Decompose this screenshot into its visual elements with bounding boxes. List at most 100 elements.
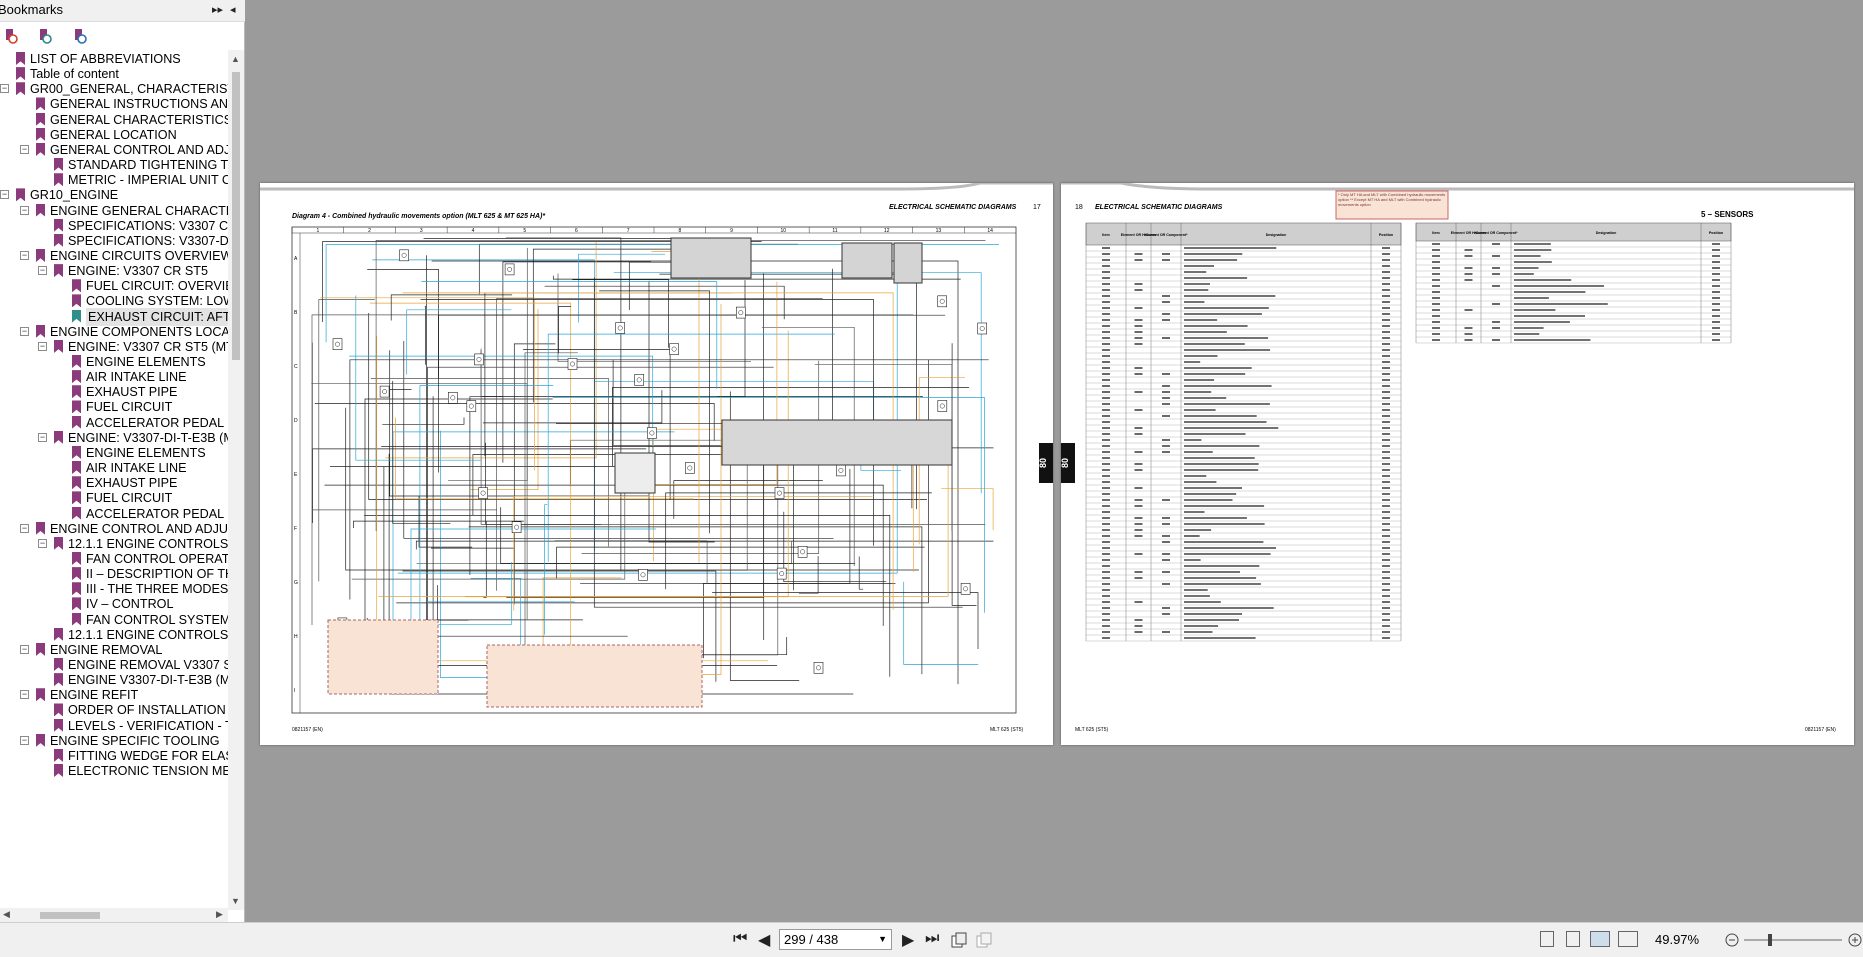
bookmark-icon (36, 688, 45, 702)
scroll-thumb[interactable] (232, 72, 240, 360)
bookmark-icon (54, 218, 63, 232)
bookmark-icon (72, 294, 81, 308)
bookmark-icon (72, 476, 81, 490)
bookmark-icon (72, 445, 81, 459)
next-page-icon[interactable]: ▶ (902, 930, 914, 950)
bookmark-icon (54, 673, 63, 687)
page-number: 17 (1033, 204, 1041, 211)
ecu-block (721, 419, 953, 466)
bookmark-icon (36, 97, 45, 111)
last-page-icon[interactable]: ⏭ (925, 930, 939, 948)
scroll-right-icon[interactable]: ▶ (216, 909, 223, 920)
expand-toggle-icon[interactable]: − (38, 266, 47, 276)
bookmark-icon (72, 551, 81, 565)
schematic-page: ELECTRICAL SCHEMATIC DIAGRAMS 17 Diagram… (260, 181, 1053, 733)
bookmark-item[interactable]: ELECTRONIC TENSION MET (0, 762, 228, 780)
first-page-icon[interactable]: ⏮ (733, 930, 747, 948)
expand-toggle-icon[interactable]: − (20, 205, 29, 215)
table-page: 18 ELECTRICAL SCHEMATIC DIAGRAMS 5 – SEN… (1060, 181, 1854, 733)
harness-zone-1 (327, 619, 439, 695)
bookmark-label: ELECTRONIC TENSION MET (68, 764, 228, 779)
expand-bookmark-icon[interactable] (3, 28, 19, 44)
expand-toggle-icon[interactable]: − (20, 644, 29, 654)
bookmark-icon (54, 173, 63, 187)
zoom-slider[interactable] (1724, 932, 1863, 948)
bookmark-icon (72, 279, 81, 293)
bottom-toolbar: ⏮ ◀ 299 / 438 ▼ ▶ ⏭ 49.97% (0, 922, 1863, 957)
copy-page-icon[interactable] (951, 932, 967, 948)
expand-toggle-icon[interactable]: − (20, 523, 29, 533)
zoom-level[interactable]: 49.97% (1655, 932, 1699, 947)
expand-toggle-icon[interactable]: − (20, 250, 29, 260)
bookmark-icon (36, 521, 45, 535)
page-number-field[interactable]: 299 / 438 ▼ (779, 929, 892, 950)
two-page-view-icon[interactable] (1590, 931, 1610, 947)
bookmark-icon (54, 658, 63, 671)
table-header: Position (1379, 233, 1393, 237)
previous-page-icon[interactable]: ◀ (758, 930, 770, 950)
page-dropdown-icon[interactable]: ▼ (878, 930, 887, 949)
bookmark-icon (72, 355, 81, 368)
row-label: G (294, 580, 298, 586)
bookmark-icon (72, 612, 81, 626)
bookmark-icon (54, 264, 63, 278)
zoom-handle[interactable] (1768, 934, 1772, 946)
bookmark-icon (16, 82, 25, 96)
horizontal-scroll-thumb[interactable] (40, 912, 100, 919)
bookmark-icon (72, 582, 81, 596)
expand-toggle-icon[interactable]: − (20, 326, 29, 336)
bookmark-icon (36, 127, 45, 141)
scroll-left-icon[interactable]: ◀ (3, 909, 10, 920)
bookmark-icon (72, 385, 81, 399)
expand-toggle-icon[interactable]: − (0, 190, 9, 200)
paste-page-icon[interactable] (976, 932, 992, 948)
panel-collapse-icon[interactable]: ◂ (230, 3, 236, 16)
bookmark-icon (72, 415, 81, 429)
horizontal-scrollbar[interactable]: ◀ ▶ (0, 908, 228, 922)
bookmark-icon (16, 67, 25, 81)
bookmark-icon (16, 52, 25, 65)
bookmark-icon (54, 339, 63, 353)
bookmark-icon (54, 627, 63, 641)
vertical-scrollbar[interactable]: ▲ ▼ (228, 50, 244, 910)
expand-toggle-icon[interactable]: − (38, 341, 47, 351)
expand-toggle-icon[interactable]: − (38, 538, 47, 548)
expand-toggle-icon[interactable]: − (20, 144, 29, 154)
bookmark-icon (72, 309, 81, 323)
row-label: E (294, 472, 298, 478)
expand-toggle-icon[interactable]: − (0, 84, 9, 94)
scroll-up-icon[interactable]: ▲ (231, 54, 240, 64)
table-header: Item (1102, 233, 1109, 237)
find-bookmark-icon[interactable] (72, 28, 88, 44)
page-footer-right: MLT 625 (ST5) (990, 727, 1023, 733)
section-title: 5 – SENSORS (1701, 210, 1754, 219)
bookmark-icon (54, 233, 63, 247)
bookmark-icon (54, 703, 63, 717)
expand-toggle-icon[interactable]: − (38, 432, 47, 442)
chapter-tab-label: 80 (1061, 458, 1070, 468)
bookmark-icon (54, 536, 63, 550)
page-17: ELECTRICAL SCHEMATIC DIAGRAMS 17 Diagram… (260, 181, 1053, 745)
page-header: ELECTRICAL SCHEMATIC DIAGRAMS (889, 204, 1017, 211)
bookmark-icon (36, 642, 45, 656)
continuous-view-icon[interactable] (1566, 931, 1580, 947)
bookmarks-toolbar (0, 24, 245, 48)
bookmark-icon (54, 430, 63, 444)
table-header: Position (1709, 231, 1723, 235)
relay-block (614, 452, 656, 494)
add-bookmark-icon[interactable] (37, 28, 53, 44)
two-page-continuous-icon[interactable] (1618, 931, 1638, 947)
single-page-view-icon[interactable] (1540, 931, 1554, 947)
column-labels: 1 2 3 4 5 6 7 8 9 10 11 12 13 14 (291, 227, 1016, 234)
table-header: *Current OR Component* (1144, 233, 1188, 237)
page-number-value: 299 / 438 (784, 932, 839, 947)
bookmarks-panel: Bookmarks ▸▸ ◂ LIST OF ABBREVIATIONS Tabl… (0, 0, 245, 922)
expand-toggle-icon[interactable]: − (20, 690, 29, 700)
table-header: Item (1432, 231, 1439, 235)
scroll-down-icon[interactable]: ▼ (231, 896, 240, 906)
expand-toggle-icon[interactable]: − (20, 735, 29, 745)
bookmark-icon (36, 142, 45, 156)
page-footer-right: 0821157 (EN) (1805, 727, 1836, 733)
panel-options-icon[interactable]: ▸▸ (212, 3, 223, 16)
bookmark-icon (16, 188, 25, 202)
